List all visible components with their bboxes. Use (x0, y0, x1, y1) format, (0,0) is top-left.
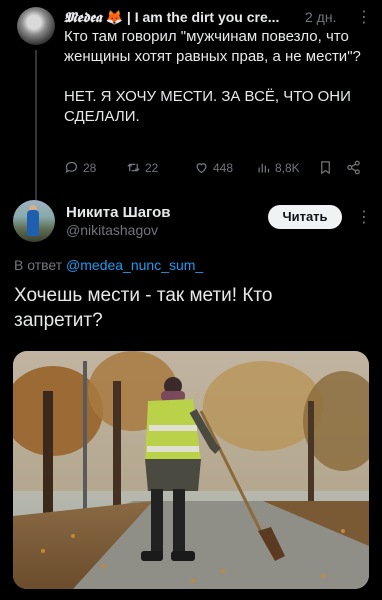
thread-connector-line (35, 50, 37, 200)
like-icon (196, 163, 207, 174)
more-icon[interactable]: ⋮ (356, 207, 372, 227)
reply-icon (65, 161, 78, 174)
bookmark-button[interactable] (318, 160, 333, 175)
reply-button[interactable]: 28 (64, 160, 96, 175)
author-name-tail: | I am the dirt you cre... (126, 9, 280, 25)
share-button[interactable] (346, 160, 361, 175)
retweet-icon (127, 163, 140, 172)
views-count: 8,8K (275, 160, 300, 175)
reply-count: 28 (83, 160, 97, 175)
more-icon[interactable]: ⋮ (356, 7, 372, 27)
reply-prefix: В ответ (14, 257, 63, 273)
tweet-actions-bar: 28 22 448 8,8K (64, 160, 364, 180)
avatar-nikita[interactable] (13, 200, 55, 242)
share-icon (347, 160, 360, 175)
retweet-count: 22 (145, 160, 159, 175)
like-button[interactable]: 448 (194, 160, 233, 175)
views-button[interactable]: 8,8K (256, 160, 300, 175)
photo-street-sweeper (13, 351, 369, 589)
tweet1-text: Кто там говорил "мужчинам повезло, что ж… (64, 28, 361, 125)
retweet-button[interactable]: 22 (126, 160, 158, 175)
views-icon (258, 163, 270, 173)
like-count: 448 (213, 160, 234, 175)
bookmark-icon (321, 161, 330, 175)
tweet-photo[interactable] (13, 351, 369, 589)
tweet2-text: Хочешь мести - так мети! Кто запретит? (14, 285, 273, 331)
fox-emoji: 🦊 (105, 9, 124, 25)
author-display-name: 𝕸𝖊𝖉𝖊𝖆 (64, 10, 102, 26)
reply-mention-link[interactable]: @medea_nunc_sum_ (66, 257, 203, 273)
author-handle[interactable]: @nikitashagov (66, 222, 158, 238)
avatar-medea[interactable] (17, 7, 55, 45)
reply-context: В ответ @medea_nunc_sum_ (14, 257, 203, 273)
tweet-timestamp[interactable]: 2 дн. (305, 9, 336, 25)
follow-button[interactable]: Читать (268, 205, 342, 229)
tweet1-author[interactable]: 𝕸𝖊𝖉𝖊𝖆 🦊 | I am the dirt you cre... (64, 9, 279, 26)
author-display-name[interactable]: Никита Шагов (66, 204, 171, 221)
